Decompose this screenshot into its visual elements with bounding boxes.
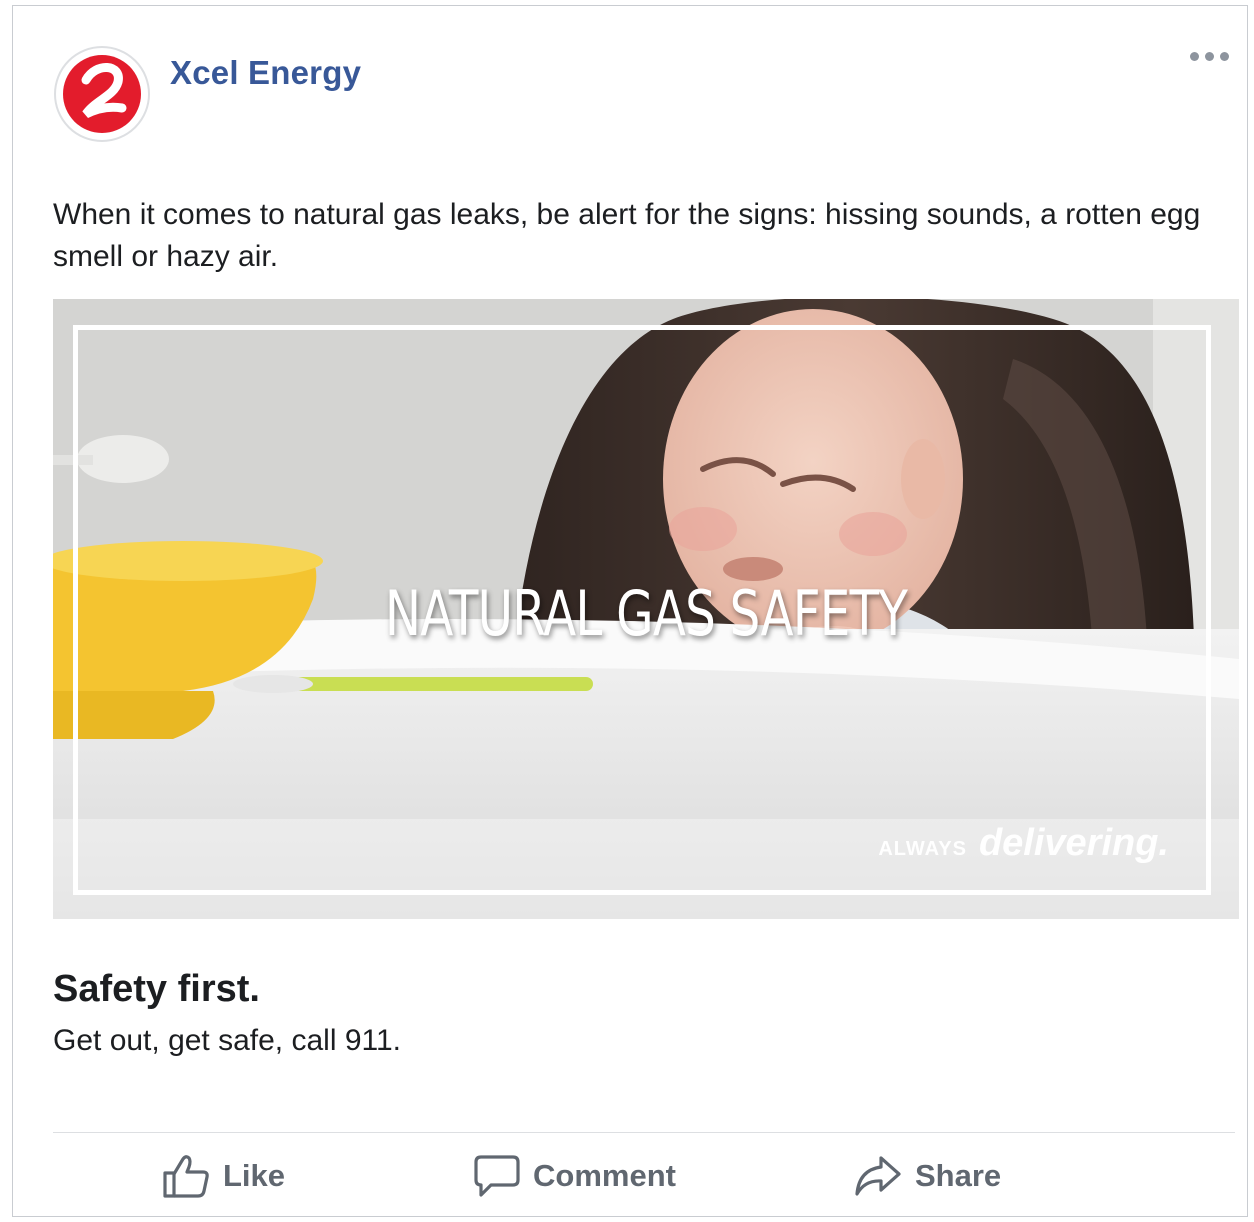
- comment-button[interactable]: Comment: [473, 1146, 676, 1206]
- action-divider: [53, 1132, 1235, 1133]
- tagline-delivering: delivering.: [978, 822, 1169, 864]
- post-card: Xcel Energy When it comes to natural gas…: [12, 5, 1248, 1217]
- more-options-icon[interactable]: [1190, 52, 1229, 61]
- link-description: Get out, get safe, call 911.: [53, 1024, 401, 1057]
- tagline-always: ALWAYS: [878, 838, 967, 860]
- xcel-energy-logo-icon: [58, 50, 146, 138]
- brand-tagline: ALWAYS delivering.: [878, 822, 1169, 865]
- page-avatar[interactable]: [54, 46, 150, 142]
- like-button[interactable]: Like: [161, 1146, 285, 1206]
- post-image[interactable]: NATURAL GAS SAFETY ALWAYS delivering.: [53, 299, 1239, 919]
- share-arrow-icon: [855, 1156, 901, 1196]
- comment-label: Comment: [533, 1158, 676, 1193]
- thumbs-up-icon: [163, 1155, 209, 1198]
- like-label: Like: [223, 1158, 286, 1193]
- share-label: Share: [915, 1158, 1002, 1193]
- action-bar: Like Comment Share: [53, 1146, 1235, 1206]
- image-overlay-title: NATURAL GAS SAFETY: [384, 577, 908, 650]
- post-text: When it comes to natural gas leaks, be a…: [53, 198, 1201, 273]
- link-headline[interactable]: Safety first.: [53, 968, 260, 1011]
- comment-bubble-icon: [474, 1155, 520, 1197]
- share-button[interactable]: Share: [853, 1146, 1001, 1206]
- page-name-link[interactable]: Xcel Energy: [170, 54, 361, 92]
